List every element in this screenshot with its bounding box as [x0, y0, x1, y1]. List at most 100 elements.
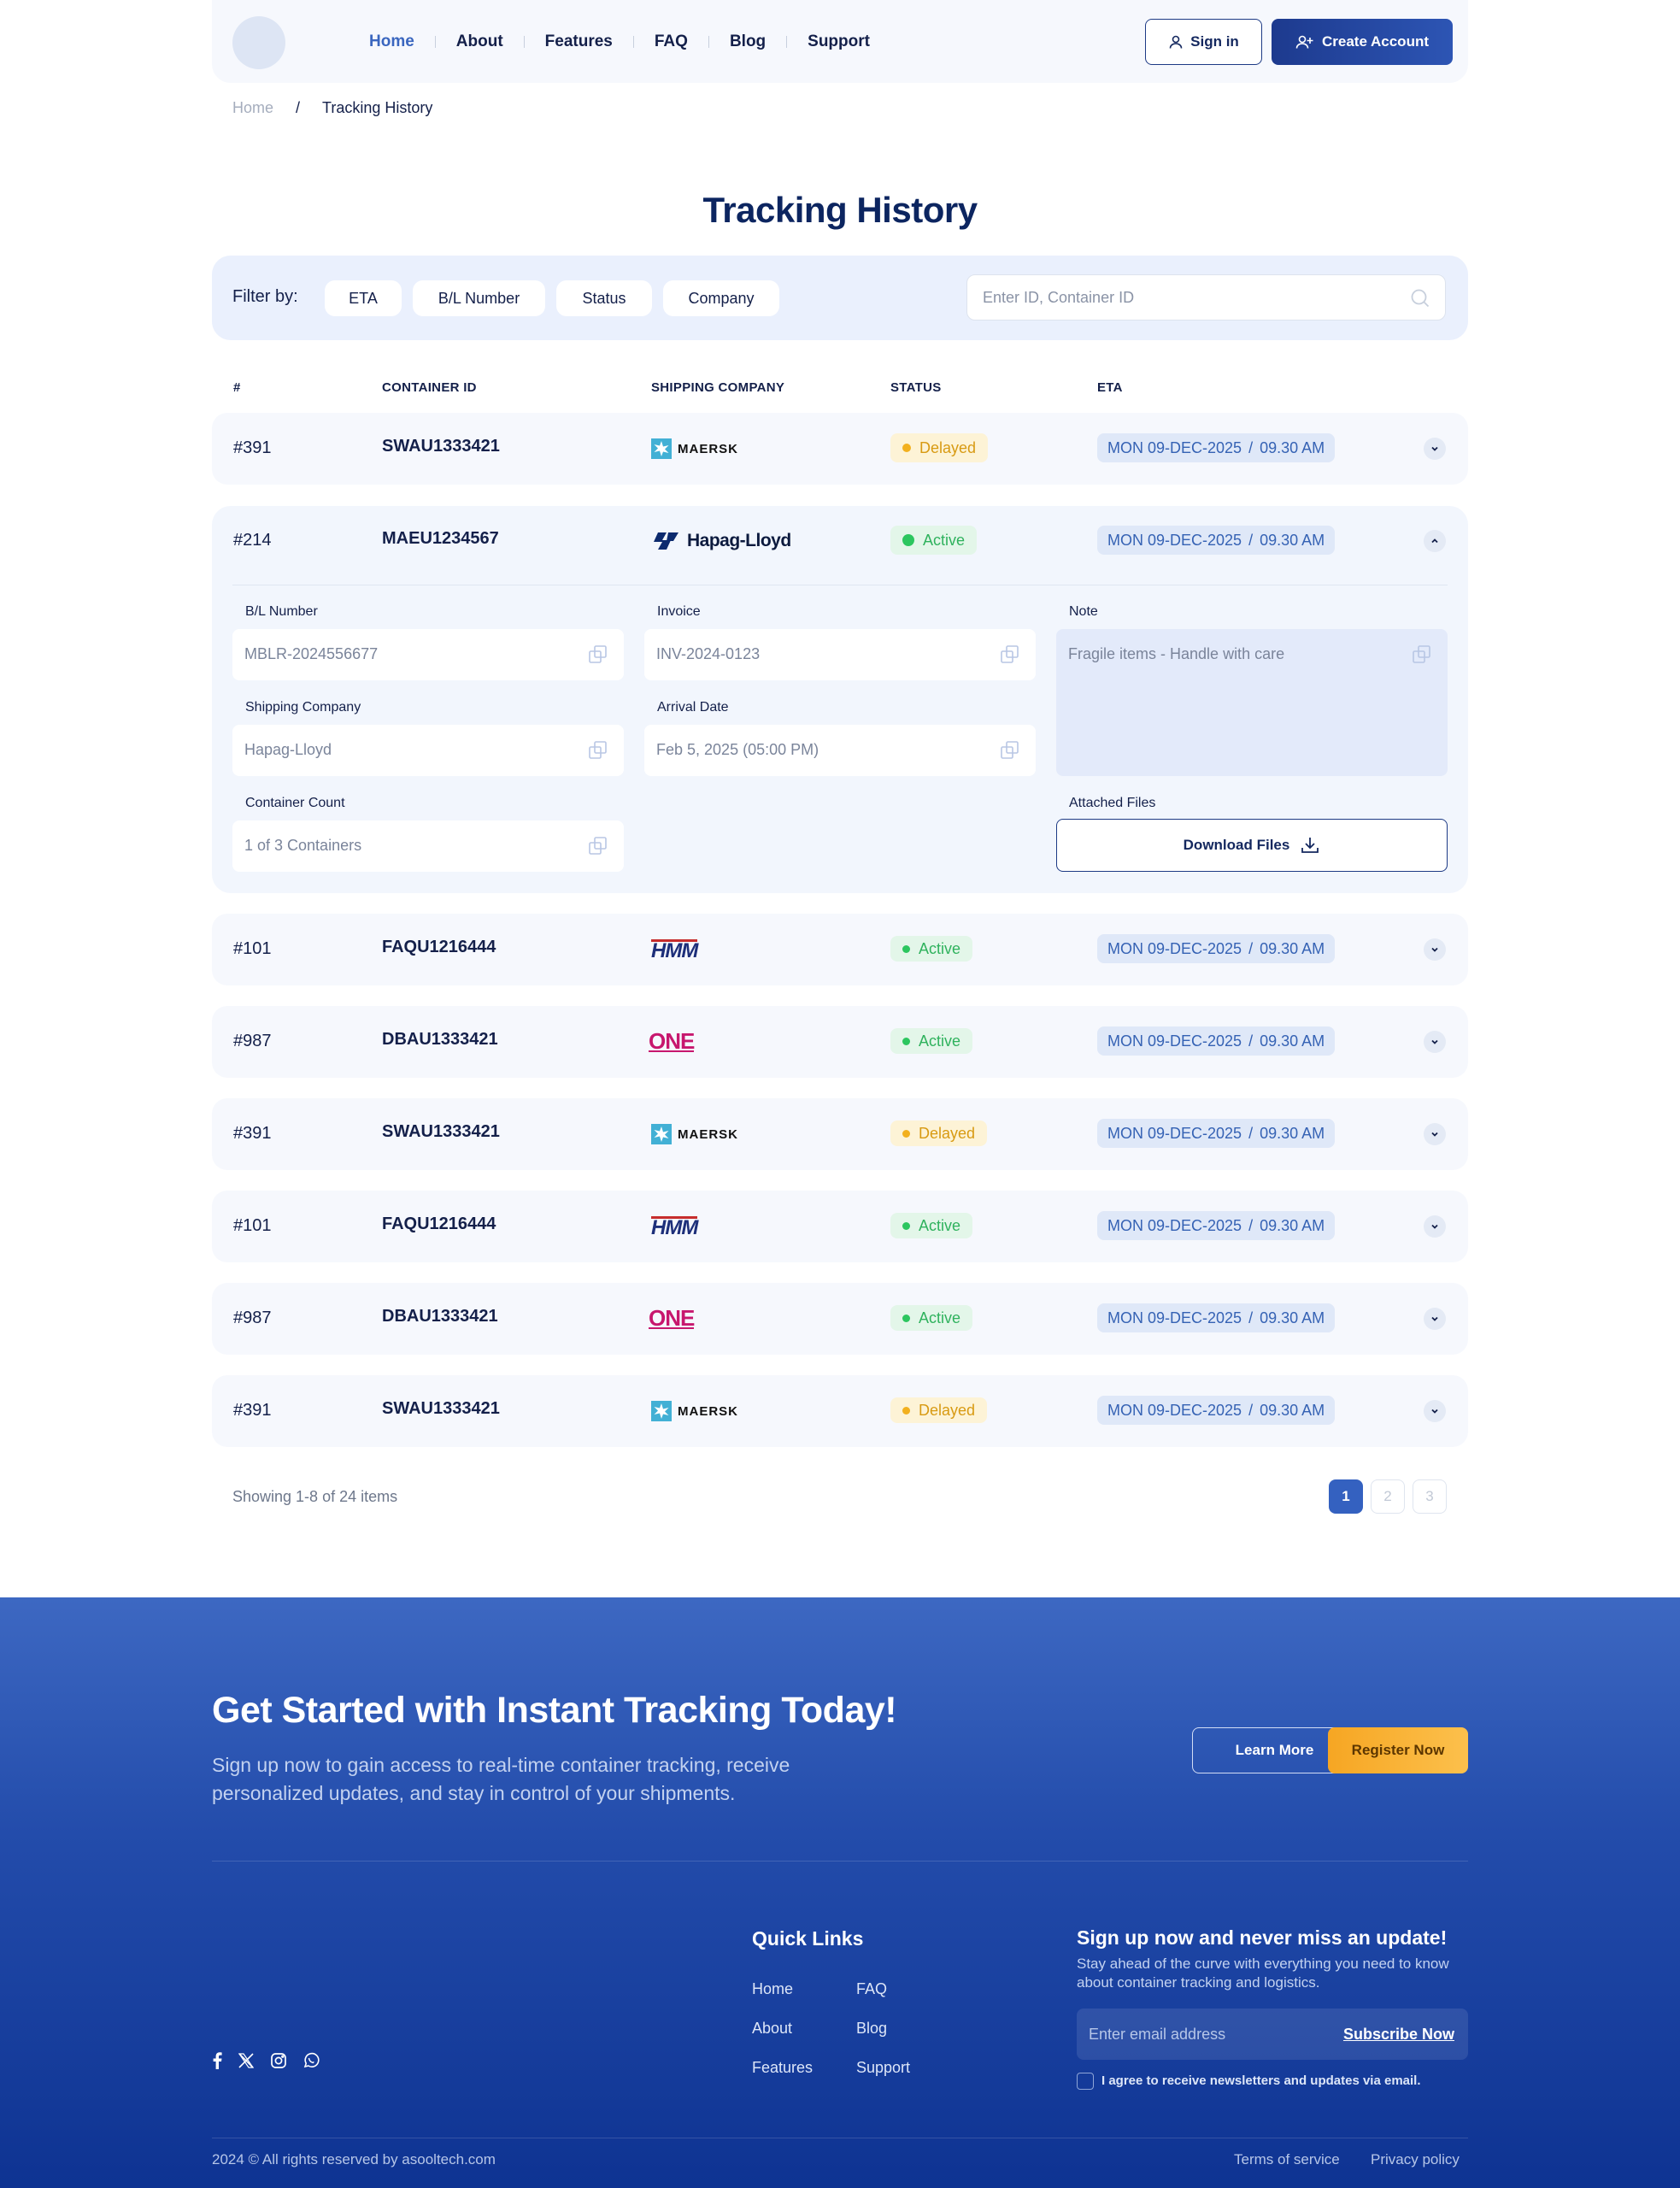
instagram-icon[interactable]	[270, 2052, 287, 2069]
chevron-down-icon	[1431, 1039, 1438, 1044]
copy-icon[interactable]	[588, 836, 608, 856]
user-icon	[1169, 35, 1183, 49]
breadcrumb-current: Tracking History	[322, 99, 433, 116]
eta-badge: MON 09-DEC-2025 / 09.30 AM	[1097, 934, 1336, 963]
create-account-button[interactable]: Create Account	[1272, 19, 1453, 65]
copy-icon[interactable]	[1000, 740, 1020, 761]
x-twitter-icon[interactable]	[238, 2052, 255, 2069]
one-logo: ONE	[649, 1303, 695, 1334]
status-badge: Active	[890, 1028, 973, 1054]
company-name: MAERSK	[678, 1126, 739, 1142]
create-account-label: Create Account	[1321, 33, 1429, 50]
nav-home[interactable]: Home	[349, 32, 435, 51]
table-row[interactable]: #987 DBAU1333421 ONE Active MON 09-DEC-2…	[212, 1283, 1468, 1355]
sign-in-button[interactable]: Sign in	[1145, 19, 1262, 65]
hapag-lloyd-icon	[654, 532, 678, 550]
table-row[interactable]: #101 FAQU1216444 HMM Active MON 09-DEC-2…	[212, 914, 1468, 985]
table-row[interactable]: #391 SWAU1333421 MAERSK Delayed MON 09-D…	[212, 1375, 1468, 1447]
footer-link-about[interactable]: About	[752, 2020, 792, 2038]
search-icon[interactable]	[1409, 287, 1431, 309]
status-label: Active	[919, 939, 961, 957]
pagination-summary: Showing 1-8 of 24 items	[232, 1488, 398, 1505]
nav-blog[interactable]: Blog	[709, 32, 786, 51]
eta-separator: /	[1248, 438, 1254, 456]
chevron-down-icon	[1431, 446, 1438, 451]
row-number: #101	[233, 939, 272, 958]
chevron-down-icon	[1431, 1224, 1438, 1229]
company-name: ONE	[649, 1028, 695, 1054]
breadcrumb-home[interactable]: Home	[232, 99, 273, 117]
expand-button[interactable]	[1424, 1123, 1446, 1145]
page-button-3[interactable]: 3	[1413, 1479, 1447, 1514]
copy-icon[interactable]	[1000, 644, 1020, 665]
expand-button[interactable]	[1424, 1400, 1446, 1422]
column-header-status: STATUS	[890, 380, 942, 395]
main-nav: Home About Features FAQ Blog Support	[349, 0, 890, 83]
copy-icon[interactable]	[588, 644, 608, 665]
eta-badge: MON 09-DEC-2025 / 09.30 AM	[1097, 433, 1336, 462]
footer-link-home[interactable]: Home	[752, 1980, 793, 1998]
status-label: Delayed	[919, 1401, 976, 1419]
copy-icon[interactable]	[1412, 644, 1432, 665]
facebook-icon[interactable]	[212, 2052, 222, 2069]
bl-number-field: MBLR-2024556677	[232, 629, 624, 680]
filter-chip-company[interactable]: Company	[663, 280, 779, 316]
nav-about[interactable]: About	[436, 32, 524, 51]
cta-subtitle: Sign up now to gain access to real-time …	[212, 1754, 790, 1804]
table-row[interactable]: #101 FAQU1216444 HMM Active MON 09-DEC-2…	[212, 1191, 1468, 1262]
page-button-1[interactable]: 1	[1329, 1479, 1363, 1514]
nav-faq[interactable]: FAQ	[634, 32, 708, 51]
footer-link-faq[interactable]: FAQ	[856, 1980, 887, 1998]
terms-link[interactable]: Terms of service	[1234, 2151, 1340, 2168]
container-count-label: Container Count	[245, 796, 345, 810]
expand-button[interactable]	[1424, 1031, 1446, 1053]
search-placeholder: Enter ID, Container ID	[983, 289, 1135, 306]
nav-features[interactable]: Features	[525, 32, 633, 51]
expand-button[interactable]	[1424, 938, 1446, 961]
eta-separator: /	[1248, 1032, 1254, 1050]
note-value: Fragile items - Handle with care	[1068, 645, 1285, 662]
download-files-button[interactable]: Download Files	[1056, 819, 1448, 872]
container-id: SWAU1333421	[382, 437, 500, 456]
table-row[interactable]: #987 DBAU1333421 ONE Active MON 09-DEC-2…	[212, 1006, 1468, 1078]
email-field[interactable]: Enter email address Subscribe Now	[1077, 2009, 1468, 2060]
status-badge: Delayed	[890, 433, 989, 462]
footer-link-blog[interactable]: Blog	[856, 2020, 887, 2038]
collapse-button[interactable]	[1424, 530, 1446, 552]
register-now-button[interactable]: Register Now	[1328, 1727, 1468, 1773]
eta-date: MON 09-DEC-2025	[1107, 1216, 1242, 1234]
container-id: SWAU1333421	[382, 1122, 500, 1141]
table-row[interactable]: #391 SWAU1333421 MAERSK Delayed MON 09-D…	[212, 1098, 1468, 1170]
expand-button[interactable]	[1424, 1308, 1446, 1330]
maersk-logo: MAERSK	[651, 1396, 738, 1426]
company-name: MAERSK	[678, 441, 739, 456]
row-number: #391	[233, 1124, 272, 1143]
invoice-label: Invoice	[657, 604, 701, 619]
search-input[interactable]: Enter ID, Container ID	[966, 274, 1446, 321]
company-name: HMM	[651, 938, 698, 962]
status-dot	[902, 1129, 910, 1138]
expand-button[interactable]	[1424, 438, 1446, 460]
eta-date: MON 09-DEC-2025	[1107, 1124, 1242, 1142]
nav-support[interactable]: Support	[787, 32, 890, 51]
copy-icon[interactable]	[588, 740, 608, 761]
filter-chip-bl-number[interactable]: B/L Number	[413, 280, 545, 316]
table-row[interactable]: #391 SWAU1333421 MAERSK Delayed MON 09-D…	[212, 413, 1468, 485]
privacy-link[interactable]: Privacy policy	[1371, 2151, 1460, 2168]
expand-button[interactable]	[1424, 1215, 1446, 1238]
subscribe-now-button[interactable]: Subscribe Now	[1343, 2026, 1454, 2044]
chevron-down-icon	[1431, 947, 1438, 952]
chevron-down-icon	[1431, 1316, 1438, 1321]
whatsapp-icon[interactable]	[303, 2052, 320, 2069]
shipping-company-field: Hapag-Lloyd	[232, 725, 624, 776]
eta-time: 09.30 AM	[1260, 1216, 1325, 1234]
status-dot	[902, 534, 914, 546]
footer-link-support[interactable]: Support	[856, 2059, 910, 2077]
filter-chip-status[interactable]: Status	[556, 280, 652, 316]
filter-chip-eta[interactable]: ETA	[325, 280, 402, 316]
newsletter-consent-checkbox[interactable]	[1077, 2073, 1094, 2090]
footer-link-features[interactable]: Features	[752, 2059, 813, 2077]
page-button-2[interactable]: 2	[1371, 1479, 1405, 1514]
status-badge: Active	[890, 1305, 973, 1331]
logo[interactable]	[232, 16, 285, 69]
